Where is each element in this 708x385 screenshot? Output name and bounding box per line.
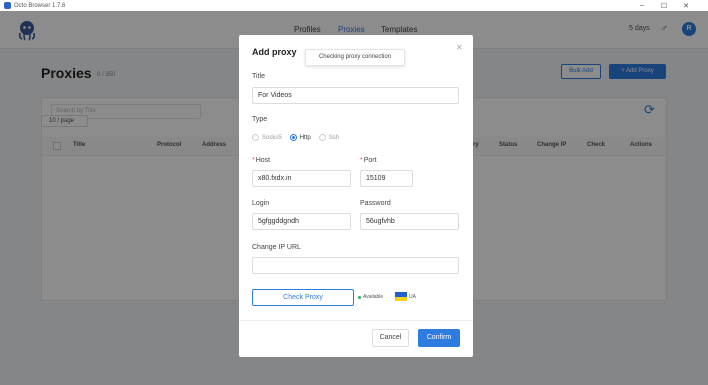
minimize-button[interactable]: – <box>631 0 653 11</box>
change-ip-label: Change IP URL <box>252 244 301 251</box>
close-icon[interactable]: ✕ <box>456 43 463 52</box>
type-radio-group: Socks5 Http Ssh <box>252 134 347 141</box>
cancel-button[interactable]: Cancel <box>372 329 409 347</box>
modal-title: Add proxy <box>252 47 297 57</box>
ukraine-flag-icon <box>395 292 407 301</box>
add-proxy-modal: Add proxy Checking proxy connection ✕ Ti… <box>239 35 473 357</box>
maximize-button[interactable]: ☐ <box>653 0 675 11</box>
host-label: *Host <box>252 157 271 164</box>
change-ip-input[interactable] <box>252 257 459 274</box>
status-dot-icon <box>358 296 361 299</box>
check-proxy-button[interactable]: Check Proxy <box>252 289 354 306</box>
app-logo-icon <box>4 2 11 9</box>
radio-socks5[interactable] <box>252 134 259 141</box>
window-titlebar: Octo Browser 1.7.6 – ☐ ✕ <box>0 0 708 11</box>
radio-socks5-label[interactable]: Socks5 <box>262 135 282 141</box>
proxy-status: Available <box>363 294 384 300</box>
radio-http[interactable] <box>289 134 297 141</box>
port-input[interactable]: 15109 <box>360 170 413 187</box>
host-input[interactable]: x80.fxdx.in <box>252 170 351 187</box>
radio-ssh-label[interactable]: Ssh <box>329 135 339 141</box>
window-title: Octo Browser 1.7.6 <box>14 2 66 9</box>
check-tooltip: Checking proxy connection <box>305 49 405 66</box>
login-label: Login <box>252 200 270 207</box>
login-input[interactable]: 5gfggddgndh <box>252 213 351 230</box>
password-input[interactable]: 56ugfvhb <box>360 213 459 230</box>
title-label: Title <box>252 73 265 80</box>
type-label: Type <box>252 116 268 123</box>
country-code: UA <box>409 294 416 300</box>
password-label: Password <box>360 200 391 207</box>
radio-ssh[interactable] <box>318 134 326 141</box>
close-window-button[interactable]: ✕ <box>675 0 697 11</box>
confirm-button[interactable]: Confirm <box>418 329 460 347</box>
modal-divider <box>239 320 473 321</box>
port-label: *Port <box>360 157 377 164</box>
title-input[interactable]: For Videos <box>252 87 459 104</box>
radio-http-label[interactable]: Http <box>300 135 311 141</box>
